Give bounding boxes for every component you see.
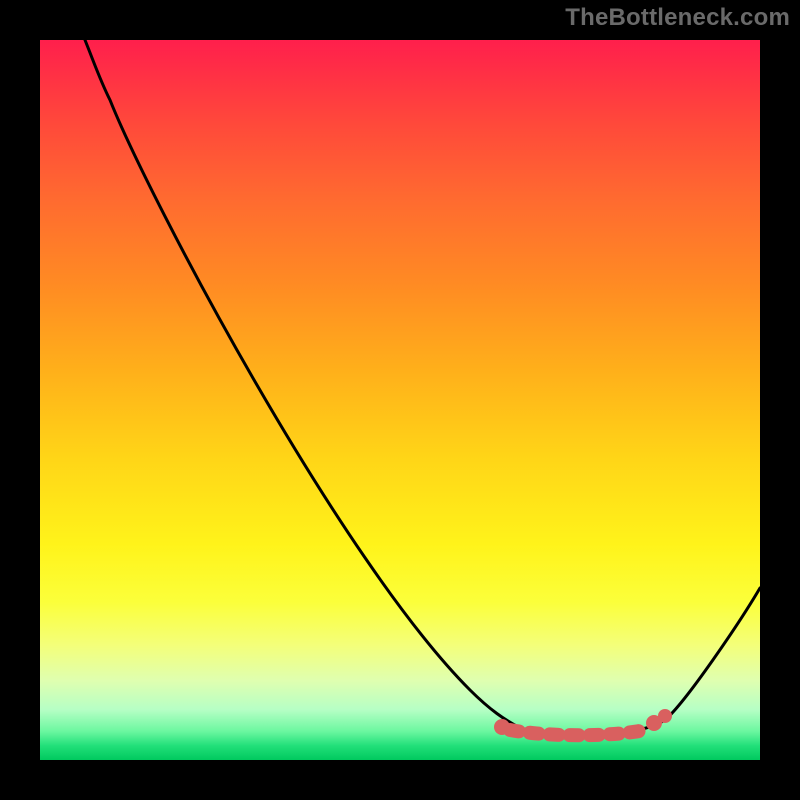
curve-right-branch — [665, 588, 760, 720]
optimal-range-start-dot — [494, 719, 510, 735]
optimal-range-extra-dot — [658, 709, 672, 723]
chart-stage: TheBottleneck.com — [0, 0, 800, 800]
optimal-range-dash — [510, 730, 645, 735]
plot-area — [40, 40, 760, 760]
optimal-range-highlight — [494, 709, 672, 735]
bottleneck-curve — [85, 40, 760, 733]
watermark-text: TheBottleneck.com — [565, 4, 790, 32]
curve-left-branch — [85, 40, 520, 728]
curve-layer — [40, 40, 760, 760]
